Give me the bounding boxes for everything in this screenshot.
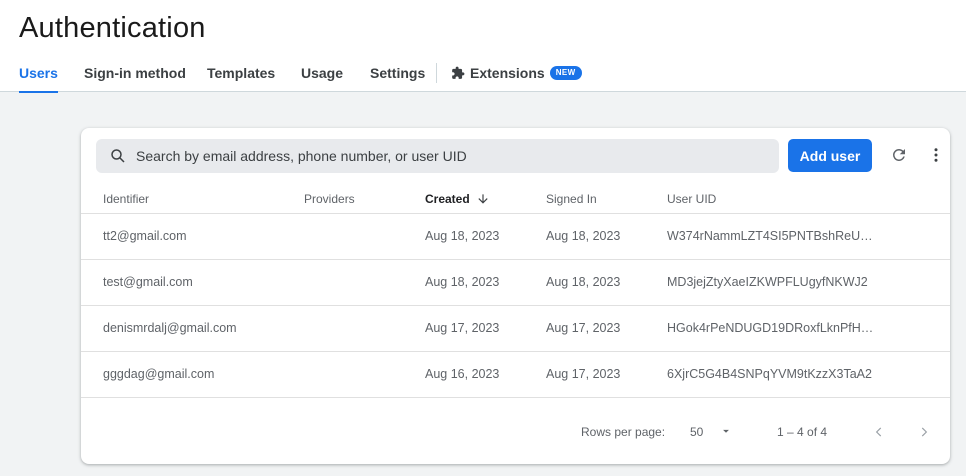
- rows-per-page-label: Rows per page:: [581, 425, 666, 439]
- refresh-button[interactable]: [887, 143, 911, 167]
- cell-signed-in: Aug 17, 2023: [546, 321, 621, 335]
- table-row[interactable]: test@gmail.com Aug 18, 2023 Aug 18, 2023…: [81, 260, 950, 306]
- cell-signed-in: Aug 18, 2023: [546, 275, 621, 289]
- chevron-left-icon: [875, 427, 882, 437]
- cell-created: Aug 18, 2023: [425, 229, 500, 243]
- column-header-user-uid[interactable]: User UID: [667, 192, 716, 206]
- column-header-providers[interactable]: Providers: [304, 192, 355, 206]
- column-header-identifier[interactable]: Identifier: [103, 192, 149, 206]
- table-row[interactable]: gggdag@gmail.com Aug 16, 2023 Aug 17, 20…: [81, 352, 950, 398]
- cell-created: Aug 18, 2023: [425, 275, 500, 289]
- column-header-signed-in[interactable]: Signed In: [546, 192, 597, 206]
- search-input[interactable]: [136, 148, 756, 164]
- column-header-created[interactable]: Created: [425, 192, 490, 206]
- search-icon: [111, 149, 125, 163]
- search-box[interactable]: [96, 139, 779, 173]
- tab-templates[interactable]: Templates: [207, 60, 275, 92]
- cell-user-uid: HGok4rPeNDUGD19DRoxfLknPfH…: [667, 321, 874, 335]
- cell-identifier: tt2@gmail.com: [103, 229, 187, 243]
- rows-per-page-select[interactable]: 50: [690, 423, 733, 439]
- cell-created: Aug 16, 2023: [425, 367, 500, 381]
- tab-label: Extensions: [470, 65, 545, 81]
- arrow-down-icon: [478, 194, 488, 204]
- column-label: Providers: [304, 192, 355, 206]
- page-title: Authentication: [19, 12, 206, 44]
- tab-bar: Users Sign-in method Templates Usage Set…: [0, 60, 966, 93]
- tab-sign-in-method[interactable]: Sign-in method: [84, 60, 186, 92]
- tab-label: Users: [19, 65, 58, 81]
- table-row[interactable]: tt2@gmail.com Aug 18, 2023 Aug 18, 2023 …: [81, 214, 950, 260]
- cell-identifier: gggdag@gmail.com: [103, 367, 215, 381]
- dropdown-arrow-icon: [723, 429, 730, 433]
- more-options-button[interactable]: [924, 143, 948, 167]
- new-badge: NEW: [549, 66, 582, 80]
- refresh-icon: [892, 148, 905, 161]
- tab-label: Settings: [370, 65, 426, 81]
- tab-settings[interactable]: Settings: [370, 60, 425, 92]
- chevron-right-icon: [921, 427, 928, 437]
- tab-users[interactable]: Users: [19, 60, 58, 93]
- column-label: Identifier: [103, 192, 150, 206]
- page-range: 1 – 4 of 4: [777, 425, 828, 439]
- tab-label: Templates: [207, 65, 276, 81]
- pagination-footer: Rows per page: 50 1 – 4 of 4: [81, 411, 950, 451]
- column-label: User UID: [667, 192, 717, 206]
- cell-created: Aug 17, 2023: [425, 321, 500, 335]
- table-header: Identifier Providers Created Signed In U…: [81, 184, 950, 214]
- cell-signed-in: Aug 18, 2023: [546, 229, 621, 243]
- cell-signed-in: Aug 17, 2023: [546, 367, 621, 381]
- cell-user-uid: 6XjrC5G4B4SNPqYVM9tKzzX3TaA2: [667, 367, 872, 381]
- cell-identifier: test@gmail.com: [103, 275, 193, 289]
- add-user-button[interactable]: Add user: [788, 139, 872, 172]
- rows-per-page-value: 50: [690, 425, 704, 439]
- cell-user-uid: W374rNammLZT4SI5PNTBshReU…: [667, 229, 873, 243]
- column-label: Created: [425, 192, 470, 206]
- header: Authentication Users Sign-in method Temp…: [0, 0, 966, 93]
- tab-usage[interactable]: Usage: [301, 60, 343, 92]
- cell-user-uid: MD3jejZtyXaeIZKWPFLUgyfNKWJ2: [667, 275, 868, 289]
- tab-divider: [436, 63, 437, 83]
- more-vert-icon: [934, 148, 938, 162]
- tab-label: Usage: [301, 65, 344, 81]
- next-page-button[interactable]: [915, 423, 933, 441]
- previous-page-button[interactable]: [870, 423, 888, 441]
- puzzle-icon: [452, 66, 465, 79]
- tab-label: Sign-in method: [84, 65, 186, 81]
- users-card: Add user Identifier Providers Created Si…: [81, 128, 950, 464]
- table-row[interactable]: denismrdalj@gmail.com Aug 17, 2023 Aug 1…: [81, 306, 950, 352]
- tab-extensions[interactable]: Extensions NEW: [451, 60, 582, 92]
- column-label: Signed In: [546, 192, 597, 206]
- cell-identifier: denismrdalj@gmail.com: [103, 321, 237, 335]
